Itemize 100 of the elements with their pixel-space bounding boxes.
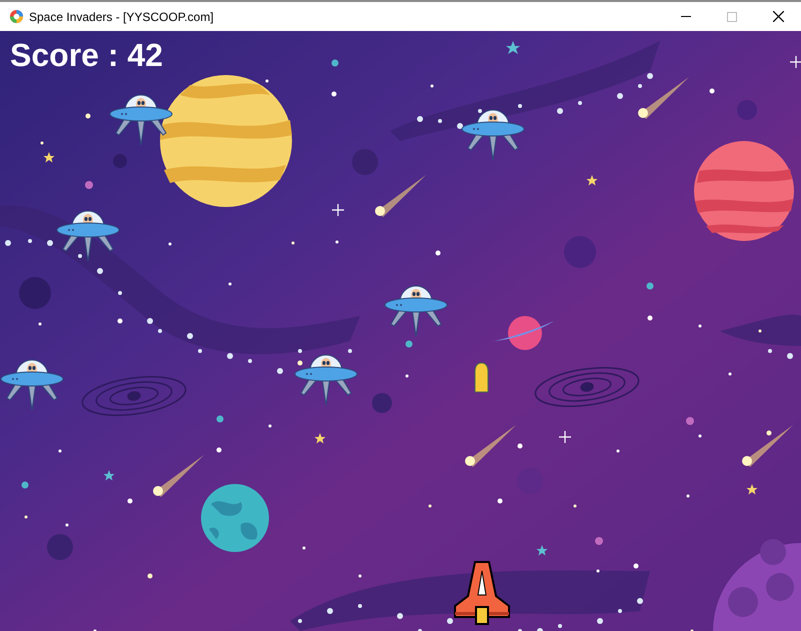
spaceship-icon xyxy=(453,561,511,625)
star-icon xyxy=(746,484,758,494)
star-dot xyxy=(58,450,62,452)
maximize-icon xyxy=(727,12,737,22)
distant-moon xyxy=(372,393,392,413)
star-dot xyxy=(118,318,122,324)
star-dot xyxy=(40,142,44,144)
star-dot xyxy=(5,240,11,246)
star-icon xyxy=(586,175,598,186)
glowing-orb xyxy=(332,60,338,66)
star-dot xyxy=(617,93,623,99)
star-dot xyxy=(618,609,622,613)
window-title: Space Invaders - [YYSCOOP.com] xyxy=(29,8,214,26)
star-dot xyxy=(766,430,772,436)
distant-moon xyxy=(564,236,596,268)
close-icon xyxy=(772,11,784,22)
star-dot xyxy=(686,494,690,498)
star-dot xyxy=(430,84,434,88)
star-dot xyxy=(698,434,702,438)
star-dot xyxy=(768,349,772,353)
star-dot xyxy=(38,322,42,326)
glowing-orb xyxy=(406,340,412,348)
star-dot xyxy=(198,349,202,353)
star-dot xyxy=(648,316,652,320)
star-dot xyxy=(638,84,642,88)
star-dot xyxy=(397,613,403,619)
star-dot xyxy=(498,498,502,504)
star-dot xyxy=(228,282,232,286)
star-dot xyxy=(147,318,153,324)
star-dot xyxy=(97,268,103,274)
distant-moon xyxy=(737,100,757,120)
glowing-orb xyxy=(85,181,93,189)
star-dot xyxy=(78,254,82,258)
star-dot xyxy=(24,516,28,518)
glowing-orb xyxy=(686,417,694,425)
star-dot xyxy=(358,574,362,578)
star-dot xyxy=(616,450,620,452)
star-dot xyxy=(436,250,440,256)
star-dot xyxy=(447,618,453,624)
glowing-orb xyxy=(216,416,224,422)
star-dot xyxy=(268,424,272,428)
star-dot xyxy=(728,372,732,376)
star-dot xyxy=(417,116,423,122)
star-dot xyxy=(647,73,653,79)
star-dot xyxy=(298,349,302,353)
star-dot xyxy=(86,114,90,118)
star-dot xyxy=(168,242,172,246)
glowing-orb xyxy=(595,537,603,545)
star-dot xyxy=(227,353,233,359)
star-dot xyxy=(596,570,600,572)
star-dot xyxy=(118,291,122,295)
star-dot xyxy=(557,108,563,114)
star-dot xyxy=(28,239,32,243)
star-icon xyxy=(44,152,54,162)
star-dot xyxy=(457,123,463,129)
star-dot xyxy=(578,101,582,105)
star-dot xyxy=(518,104,522,108)
star-dot xyxy=(216,448,222,452)
star-dot xyxy=(292,242,294,244)
distant-moon xyxy=(113,154,127,168)
star-dot xyxy=(298,360,302,366)
star-dot xyxy=(478,109,482,113)
star-dot xyxy=(336,240,338,244)
distant-moon xyxy=(19,277,51,309)
score-text: Score : 42 xyxy=(10,36,163,75)
sparkle-icon xyxy=(331,203,345,217)
app-logo-icon xyxy=(9,9,24,24)
star-dot xyxy=(187,333,193,339)
star-icon xyxy=(506,41,520,54)
bullet-icon xyxy=(474,362,489,393)
star-icon xyxy=(104,470,114,480)
star-dot xyxy=(327,608,333,614)
star-dot xyxy=(128,498,132,504)
star-dot xyxy=(428,504,432,508)
star-dot xyxy=(438,119,442,123)
star-dot xyxy=(710,88,714,94)
sparkle-icon xyxy=(789,55,801,69)
glowing-orb xyxy=(22,482,28,488)
banded-planet-icon xyxy=(160,75,292,207)
star-dot xyxy=(277,368,283,374)
star-dot xyxy=(266,80,268,82)
star-dot xyxy=(406,374,408,378)
star-dot xyxy=(597,618,603,624)
star-dot xyxy=(634,564,638,568)
star-dot xyxy=(758,330,762,332)
distant-moon xyxy=(47,534,73,560)
sparkle-icon xyxy=(558,430,572,444)
star-dot xyxy=(787,353,793,359)
star-dot xyxy=(574,504,576,508)
spotted-planet-icon xyxy=(201,484,269,552)
star-dot xyxy=(358,604,362,608)
star-dot xyxy=(248,359,252,363)
star-dot xyxy=(298,619,302,623)
glowing-orb xyxy=(646,282,654,290)
star-dot xyxy=(518,444,522,448)
distant-moon xyxy=(352,149,378,175)
star-dot xyxy=(148,574,152,578)
star-dot xyxy=(558,624,562,628)
minimize-icon xyxy=(681,16,691,17)
star-dot xyxy=(158,329,162,333)
